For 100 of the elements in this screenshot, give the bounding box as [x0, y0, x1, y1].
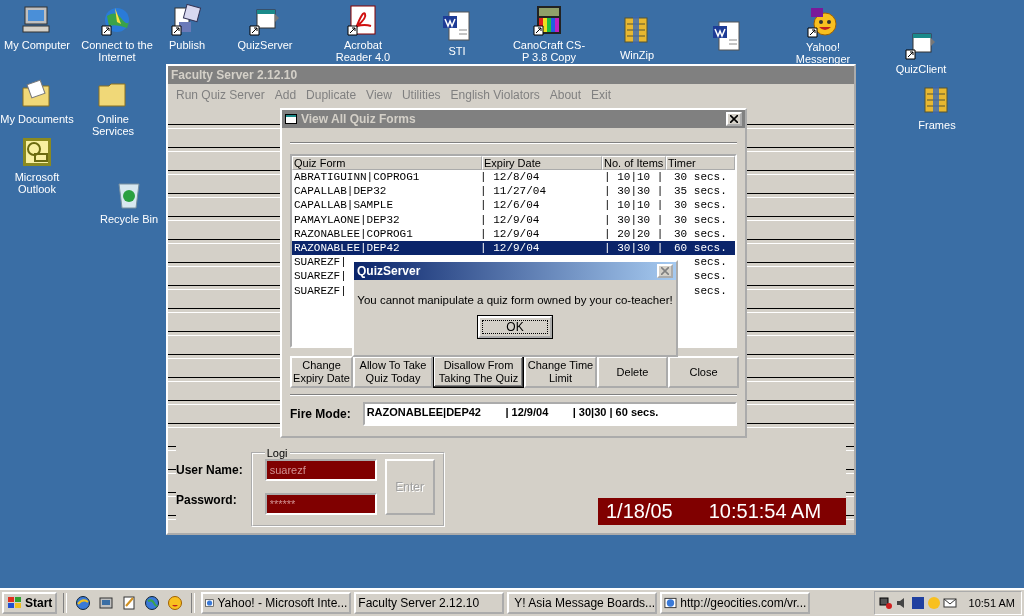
taskbar-button[interactable]: Yahoo! - Microsoft Inte...: [201, 592, 352, 614]
group-label: Logi: [265, 447, 289, 459]
menu-item[interactable]: English Violators: [446, 88, 544, 102]
clock-text: 10:51 AM: [968, 597, 1015, 609]
list-row[interactable]: PAMAYLAONE|DEP32 | 12/9/04 | 30|30 | 30 secs.: [292, 212, 735, 227]
column-header[interactable]: Quiz Form: [292, 156, 482, 170]
outlook-icon[interactable]: [21, 136, 53, 168]
timer-text: 30 secs.: [674, 227, 727, 240]
field-label: Password:: [176, 493, 238, 507]
items-text: | 10|10 |: [604, 171, 664, 183]
desktop-icon-label[interactable]: QuizServer: [237, 39, 293, 51]
desktop-icon-label[interactable]: My Computer: [4, 39, 70, 51]
form-name-text: ABRATIGUINN|COPROG1: [294, 171, 420, 183]
action-button[interactable]: Change Expiry Date: [290, 356, 353, 388]
items-text: | 20|20 |: [604, 227, 664, 240]
list-row[interactable]: CAPALLAB|SAMPLE | 12/6/04 | 10|10 | 30 secs.: [292, 198, 735, 213]
close-icon: [661, 267, 669, 275]
action-button[interactable]: Delete: [597, 356, 668, 388]
form-name-text: RAZONABLEE|DEP42: [294, 241, 400, 254]
username-field[interactable]: suarezf: [264, 459, 377, 481]
action-button[interactable]: Change Time Limit: [524, 356, 597, 388]
password-field[interactable]: ******: [264, 493, 377, 515]
menu-item[interactable]: View: [362, 88, 396, 102]
items-text: | 30|30 |: [604, 185, 664, 198]
desktop-icon-label[interactable]: CanoCraft CS-P 3.8 Copy: [512, 39, 586, 63]
timer-text: 60 secs.: [674, 241, 727, 254]
desktop-icon-label[interactable]: Microsoft Outlook: [0, 171, 74, 195]
ok-button[interactable]: OK: [478, 316, 552, 338]
column-header[interactable]: Expiry Date: [482, 156, 602, 170]
time-text: 10:51:54 AM: [708, 500, 822, 523]
list-row[interactable]: RAZONABLEE|DEP42 | 12/9/04 | 30|30 | 60 secs.: [292, 240, 735, 256]
timer-text: secs.: [693, 284, 727, 297]
folder-icon[interactable]: [21, 78, 53, 110]
desktop-icon-label[interactable]: Online Services: [76, 113, 150, 137]
desktop-icon-label[interactable]: Recycle Bin: [99, 213, 159, 225]
expiry-text: | 12/8/04: [480, 171, 540, 183]
list-row[interactable]: ABRATIGUINN|COPROG1 | 12/8/04 | 10|10 | 30 secs.: [292, 170, 735, 185]
form-name-text: SUAREZF|: [294, 256, 347, 269]
browser-icon: [205, 596, 215, 610]
computer-icon[interactable]: [21, 4, 53, 36]
form-name-text: CAPALLAB|DEP32: [294, 185, 387, 198]
timer-text: 35 secs.: [674, 185, 727, 198]
desktop-icon-label[interactable]: WinZip: [619, 49, 655, 61]
timer-text: 30 secs.: [674, 199, 727, 212]
desktop-icon-label[interactable]: Connect to the Internet: [80, 39, 154, 63]
action-button[interactable]: Close: [668, 356, 739, 388]
desktop-icon-label[interactable]: STI: [448, 45, 466, 57]
list-row[interactable]: CAPALLAB|DEP32 | 11/27/04 | 30|30 | 35 secs.: [292, 184, 735, 199]
notepad-icon[interactable]: [121, 595, 138, 611]
desktop-icon-label[interactable]: QuizClient: [895, 63, 947, 75]
column-header[interactable]: No. of Items: [602, 156, 666, 170]
taskbar-button[interactable]: Y! Asia Message Boards...: [507, 592, 658, 614]
timer-text: 30 secs.: [674, 171, 727, 183]
start-button[interactable]: Start: [2, 592, 58, 614]
expiry-text: | 12/9/04: [480, 227, 540, 240]
column-header[interactable]: Timer: [666, 156, 735, 170]
document-icon[interactable]: [711, 20, 743, 52]
form-name-text: CAPALLAB|SAMPLE: [294, 199, 394, 212]
date-text: 1/18/05: [606, 500, 673, 523]
expiry-text: | 12/9/04: [480, 213, 540, 226]
globe-icon[interactable]: [144, 595, 161, 611]
list-row[interactable]: RAZONABLEE|COPROG1 | 12/9/04 | 20|20 | 30 secs.: [292, 226, 735, 241]
browser-icon: [664, 596, 678, 610]
expiry-text: | 12/9/04: [480, 241, 540, 254]
taskbar-button[interactable]: http://geocities.com/vr...: [660, 592, 811, 614]
taskbar-button[interactable]: Faculty Server 2.12.10: [354, 592, 505, 614]
smiley-icon[interactable]: [807, 6, 839, 38]
form-name-text: PAMAYLAONE|DEP32: [294, 213, 400, 226]
desktop-icon-label[interactable]: Publish: [168, 39, 206, 51]
expiry-text: | 11/27/04: [480, 185, 546, 198]
action-button[interactable]: Disallow From Taking The Quiz: [433, 356, 524, 388]
field-label: User Name:: [176, 463, 243, 477]
document-icon[interactable]: [441, 10, 473, 42]
items-text: | 30|30 |: [604, 213, 664, 226]
form-name-text: SUAREZF|: [294, 284, 347, 297]
fire-mode-field[interactable]: RAZONABLEE|DEP42 | 12/9/04 | 30|30 | 60 secs.: [362, 402, 737, 426]
desktop-icon[interactable]: [98, 595, 115, 611]
desktop-icon-label[interactable]: Frames: [918, 119, 956, 131]
flag-icon: [7, 596, 23, 610]
envelope-icon[interactable]: [942, 596, 957, 610]
timer-text: secs.: [693, 256, 727, 269]
window-title: View All Quiz Forms: [301, 112, 416, 126]
window-title: Faculty Server 2.12.10: [171, 68, 298, 82]
action-button[interactable]: Allow To Take Quiz Today: [353, 356, 433, 388]
form-name-text: RAZONABLEE|COPROG1: [294, 227, 413, 240]
message-text: You cannot manipulate a quiz form owned by your co-teacher!: [357, 294, 673, 306]
pdf-icon[interactable]: [347, 4, 379, 36]
items-text: | 10|10 |: [604, 199, 664, 212]
desktop-icon-label[interactable]: Yahoo! Messenger: [786, 41, 860, 65]
browser-icon[interactable]: [75, 595, 92, 611]
expiry-text: | 12/6/04: [480, 199, 540, 212]
window-icon: [285, 113, 297, 125]
network-icon[interactable]: [878, 596, 893, 610]
timer-text: 30 secs.: [674, 213, 727, 226]
desktop-icon-label[interactable]: My Documents: [0, 113, 74, 125]
desktop-icon-label[interactable]: Acrobat Reader 4.0: [326, 39, 400, 63]
field-label: Fire Mode:: [290, 407, 351, 421]
close-icon: [730, 115, 738, 123]
items-text: | 30|30 |: [604, 241, 664, 254]
menu-item[interactable]: About: [545, 88, 586, 102]
